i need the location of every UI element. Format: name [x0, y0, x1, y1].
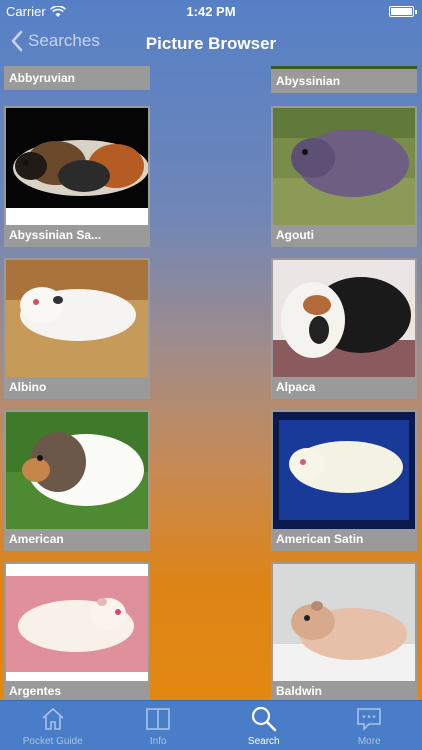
tab-info[interactable]: Info: [106, 701, 212, 750]
status-time: 1:42 PM: [186, 4, 236, 19]
breed-card-albino[interactable]: Albino: [4, 258, 150, 399]
tab-label: More: [357, 736, 381, 747]
breed-photo: [273, 108, 415, 225]
tab-label: Search: [247, 736, 280, 747]
house-icon: [42, 707, 64, 730]
breed-card-american[interactable]: American: [4, 410, 150, 551]
picture-grid[interactable]: Abbyruvian Abyssinian Abyssinian Sa... A…: [0, 66, 422, 700]
tab-label: Info: [149, 736, 167, 747]
breed-card-abyssinian-satin[interactable]: Abyssinian Sa...: [4, 106, 150, 247]
tab-bar: Pocket Guide Info Search More: [0, 700, 422, 750]
breed-photo: [6, 108, 148, 225]
breed-card-argentes[interactable]: Argentes: [4, 562, 150, 700]
tab-more[interactable]: More: [317, 701, 422, 750]
breed-card-agouti[interactable]: Agouti: [271, 106, 417, 247]
breed-card-alpaca[interactable]: Alpaca: [271, 258, 417, 399]
breed-label: Agouti: [276, 228, 314, 242]
status-bar: Carrier 1:42 PM: [0, 0, 422, 22]
breed-label: Abbyruvian: [9, 71, 76, 85]
page-title: Picture Browser: [145, 34, 277, 53]
breed-card-baldwin[interactable]: Baldwin: [271, 562, 417, 700]
navigation-bar: Searches Picture Browser: [0, 22, 422, 66]
magnifier-icon: [251, 706, 277, 732]
chat-bubble-icon: [357, 708, 382, 731]
tab-label: Pocket Guide: [22, 736, 83, 747]
breed-label: Baldwin: [276, 684, 323, 698]
breed-label: American: [9, 532, 64, 546]
breed-label: Alpaca: [276, 380, 316, 394]
breed-photo: [273, 260, 415, 377]
breed-photo: [273, 412, 415, 529]
breed-label: Albino: [9, 380, 47, 394]
tab-pocket-guide[interactable]: Pocket Guide: [0, 701, 106, 750]
breed-label: Argentes: [9, 684, 62, 698]
breed-card-american-satin[interactable]: American Satin: [271, 410, 417, 551]
breed-label: American Satin: [276, 532, 364, 546]
battery-icon: [389, 6, 417, 17]
breed-card-abyssinian[interactable]: Abyssinian: [271, 66, 417, 93]
breed-label: Abyssinian: [276, 74, 341, 88]
breed-label: Abyssinian Sa...: [9, 228, 102, 242]
breed-photo: [6, 260, 148, 377]
breed-photo: [6, 564, 148, 681]
breed-photo: [6, 412, 148, 529]
breed-photo: [273, 564, 415, 681]
breed-card-abbyruvian[interactable]: Abbyruvian: [4, 66, 150, 90]
book-icon: [146, 708, 171, 730]
tab-search[interactable]: Search: [211, 701, 317, 750]
